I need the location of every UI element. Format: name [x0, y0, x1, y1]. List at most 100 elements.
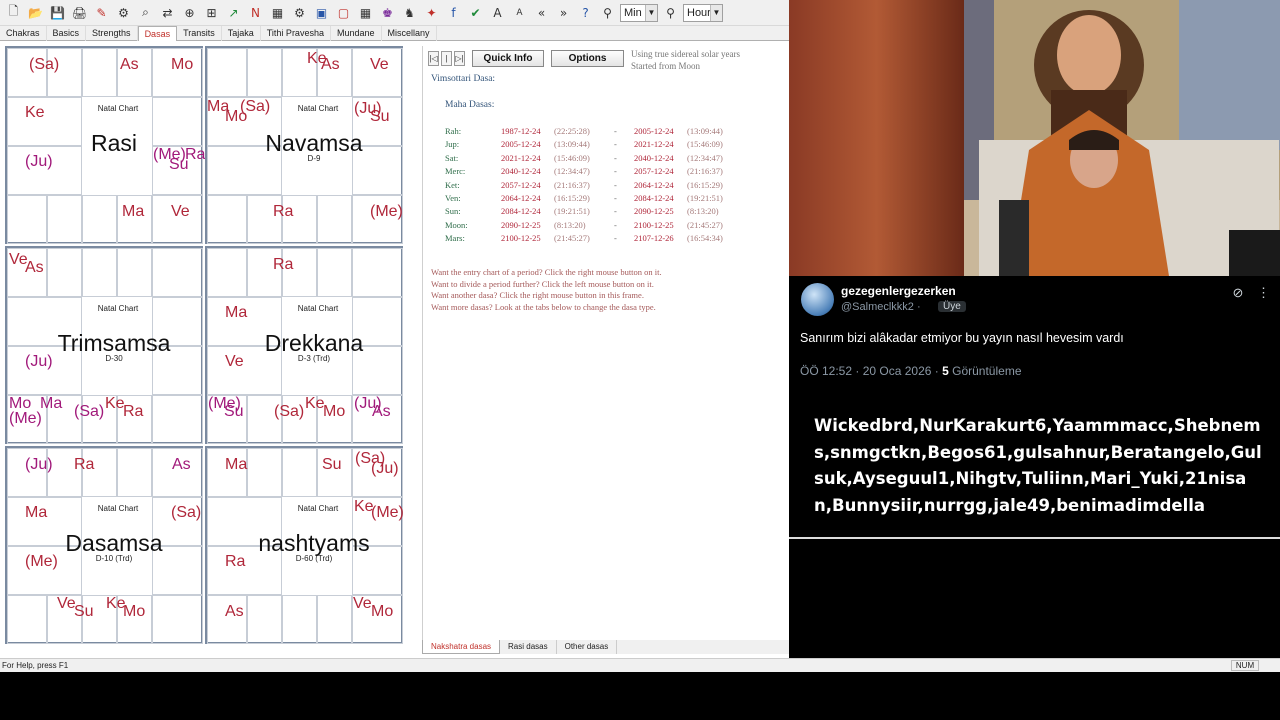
dasa-row[interactable]: Ven: 2064-12-24 (16:15:29) - 2084-12-24 (19:2… — [445, 193, 745, 206]
house-cell[interactable] — [207, 195, 247, 244]
dasa-row[interactable]: Jup: 2005-12-24 (13:09:44) - 2021-12-24 (15:4… — [445, 139, 745, 152]
font-larger-icon[interactable]: A — [488, 3, 507, 22]
forward-icon[interactable]: » — [554, 3, 573, 22]
house-cell[interactable] — [317, 595, 352, 644]
save-icon[interactable]: 💾 — [48, 3, 67, 22]
time-icon-2[interactable]: ⚲ — [661, 3, 680, 22]
settings-icon[interactable]: ⚙ — [290, 3, 309, 22]
house-cell[interactable] — [82, 195, 117, 244]
facebook-icon[interactable]: f — [444, 3, 463, 22]
help-icon[interactable]: ? — [576, 3, 595, 22]
house-cell[interactable] — [7, 195, 47, 244]
tab-dasas[interactable]: Dasas — [137, 26, 178, 41]
dasa-row[interactable]: Ket: 2057-12-24 (21:16:37) - 2064-12-24 (16:1… — [445, 180, 745, 193]
quick-info-button[interactable]: Quick Info — [472, 50, 544, 67]
tab-other-dasas[interactable]: Other dasas — [557, 640, 618, 654]
house-cell[interactable] — [7, 595, 47, 644]
twitter-icon[interactable]: ✔ — [466, 3, 485, 22]
house-cell[interactable] — [282, 595, 317, 644]
print-icon[interactable]: 🖨 — [70, 3, 89, 22]
chart-navamsa[interactable]: Natal Chart Navamsa D-9 Ke As Ve Ma (Sa) Mo (Ju) S… — [205, 46, 403, 244]
search-icon[interactable]: ⚙ — [114, 3, 133, 22]
jagannatha-hora-window: 🗋 📂 💾 🖨 ✎ ⚙ ⌕ ⇄ ⊕ ⊞ ↗ N ▦ ⚙ ▣ ▢ ▦ ♚ ♞ ✦ … — [0, 0, 789, 672]
house-cell[interactable] — [152, 595, 203, 644]
planet-label: Ve — [171, 203, 190, 220]
planet-label: Ra — [273, 203, 294, 220]
plot-icon[interactable]: ↗ — [224, 3, 243, 22]
house-cell[interactable] — [152, 395, 203, 444]
dasa-row[interactable]: Sat: 2021-12-24 (15:46:09) - 2040-12-24 (12:3… — [445, 153, 745, 166]
dasa-row[interactable]: Sun: 2084-12-24 (19:21:51) - 2090-12-25 (8:13… — [445, 206, 745, 219]
webcam-feed — [789, 0, 1280, 276]
open-icon[interactable]: 📂 — [26, 3, 45, 22]
table-icon[interactable]: ▦ — [356, 3, 375, 22]
house-cell[interactable] — [152, 248, 203, 297]
new-icon[interactable]: 🗋 — [4, 3, 23, 22]
tab-rasi-dasas[interactable]: Rasi dasas — [500, 640, 557, 654]
tab-basics[interactable]: Basics — [47, 26, 87, 41]
house-cell[interactable] — [207, 248, 247, 297]
grok-icon[interactable]: ⊘ — [1232, 285, 1243, 300]
sp-icon[interactable]: ⊞ — [202, 3, 221, 22]
house-cell[interactable] — [247, 48, 282, 97]
chart-drekkana[interactable]: Natal Chart Drekkana D-3 (Trd) Ra Ma Ve (Me) Su… — [205, 246, 403, 444]
house-cell[interactable] — [47, 195, 82, 244]
game-icon[interactable]: ♞ — [400, 3, 419, 22]
dasa-row[interactable]: Mars: 2100-12-25 (21:45:27) - 2107-12-26 (16:… — [445, 233, 745, 246]
tweet-handle[interactable]: @Salmeclkkk2 · — [841, 301, 921, 313]
chevron-down-icon[interactable]: ▼ — [645, 4, 657, 21]
tab-mundane[interactable]: Mundane — [331, 26, 382, 41]
tab-miscellany[interactable]: Miscellany — [382, 26, 437, 41]
font-smaller-icon[interactable]: A — [510, 3, 529, 22]
edit-chart-icon[interactable]: ✎ — [92, 3, 111, 22]
frame-icon[interactable]: ▢ — [334, 3, 353, 22]
chart-trimsamsa[interactable]: Natal Chart Trimsamsa D-30 Ve As (Ju) Mo Ma (Me)… — [5, 246, 203, 444]
chart-rasi[interactable]: Natal Chart Rasi (Sa) As Mo Ke (Ju) Ma Ve (Me) Ra S… — [5, 46, 205, 244]
chevron-down-icon[interactable]: ▼ — [710, 4, 722, 21]
first-icon[interactable]: |◁ — [428, 51, 439, 66]
avatar[interactable] — [801, 283, 834, 316]
house-cell[interactable] — [117, 248, 152, 297]
compare-icon[interactable]: ⇄ — [158, 3, 177, 22]
tab-tithi-pravesha[interactable]: Tithi Pravesha — [261, 26, 331, 41]
house-cell[interactable] — [82, 48, 117, 97]
house-cell[interactable] — [282, 448, 317, 497]
pipe-icon[interactable]: | — [441, 51, 452, 66]
tab-strengths[interactable]: Strengths — [86, 26, 138, 41]
dasa-row[interactable]: Moon: 2090-12-25 (8:13:20) - 2100-12-25 (21:4… — [445, 220, 745, 233]
family-icon[interactable]: ♚ — [378, 3, 397, 22]
next-icon[interactable]: ▷| — [454, 51, 465, 66]
house-cell[interactable] — [47, 248, 82, 297]
zoom-icon[interactable]: ⌕ — [136, 3, 155, 22]
chart-shashtyamsa[interactable]: Natal Chart nashtyams D-60 (Trd) Ma Su (Sa) (J… — [205, 446, 404, 644]
options-button[interactable]: Options — [551, 50, 624, 67]
time-icon[interactable]: ⚲ — [598, 3, 617, 22]
house-cell[interactable] — [207, 48, 247, 97]
chart-dasamsa[interactable]: Natal Chart Dasamsa D-10 (Trd) (Ju) Ra As Ma (S… — [5, 446, 203, 644]
tab-transits[interactable]: Transits — [177, 26, 222, 41]
sb-icon[interactable]: ▣ — [312, 3, 331, 22]
house-cell[interactable] — [352, 248, 403, 297]
house-cell[interactable] — [247, 595, 282, 644]
dasa-row[interactable]: Rah: 1987-12-24 (22:25:28) - 2005-12-24 (13:0… — [445, 126, 745, 139]
tab-nakshatra-dasas[interactable]: Nakshatra dasas — [422, 640, 501, 654]
min-select[interactable]: Min ▼ — [620, 3, 658, 22]
ruler-icon[interactable]: ⊕ — [180, 3, 199, 22]
house-cell[interactable] — [317, 195, 352, 244]
house-cell[interactable] — [117, 448, 152, 497]
back-icon[interactable]: « — [532, 3, 551, 22]
tab-tajaka[interactable]: Tajaka — [222, 26, 261, 41]
house-cell[interactable] — [247, 448, 282, 497]
dasa-row[interactable]: Merc: 2040-12-24 (12:34:47) - 2057-12-24 (21:… — [445, 166, 745, 179]
hour-select[interactable]: Hour ▼ — [683, 3, 723, 22]
grid-icon[interactable]: ▦ — [268, 3, 287, 22]
tweet-author-name[interactable]: gezegenlergezerken — [841, 284, 956, 298]
more-icon[interactable]: ⋮ — [1257, 285, 1270, 300]
dasa-panel[interactable]: |◁ | ▷| Quick Info Options Using true si… — [422, 46, 789, 640]
n-icon[interactable]: N — [246, 3, 265, 22]
dasha-icon[interactable]: ✦ — [422, 3, 441, 22]
tab-chakras[interactable]: Chakras — [0, 26, 47, 41]
house-cell[interactable] — [82, 248, 117, 297]
house-cell[interactable] — [317, 248, 352, 297]
chart-subtitle: D-9 — [307, 154, 321, 163]
